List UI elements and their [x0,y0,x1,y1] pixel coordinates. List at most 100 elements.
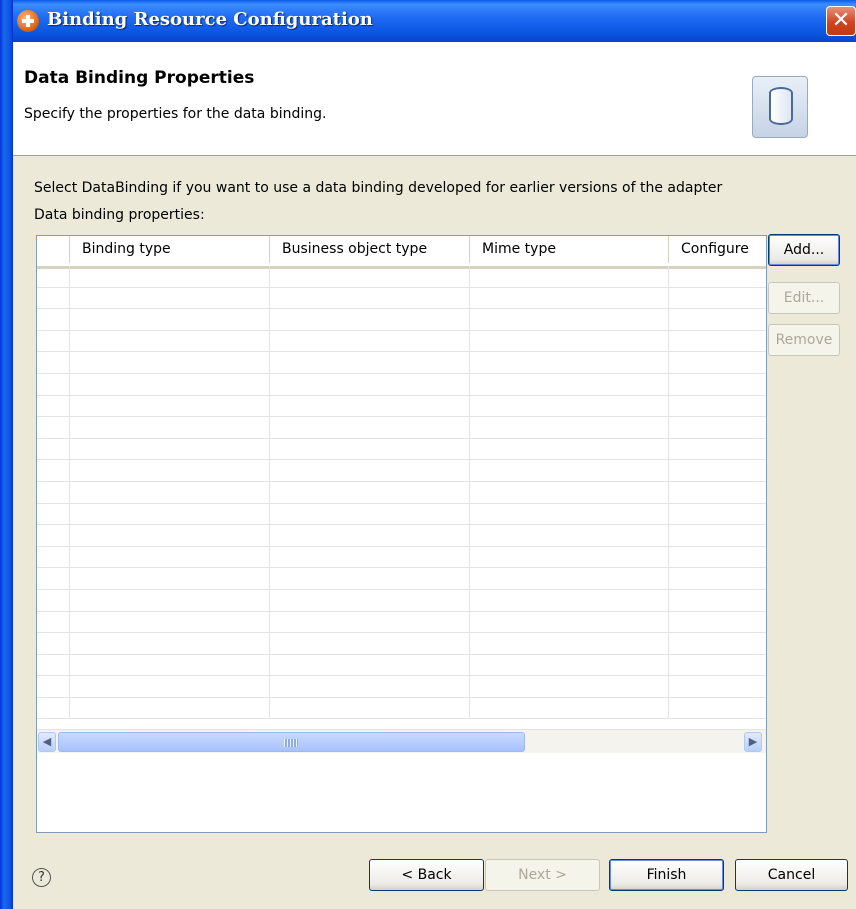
table-cell [669,568,766,589]
table-cell [70,417,270,438]
page-title: Data Binding Properties [24,68,255,88]
table-cell [37,546,70,568]
table-cell [470,611,669,633]
column-header-select[interactable] [37,236,70,263]
add-button[interactable]: Add... [768,234,840,266]
table-cell [669,288,766,309]
table-cell [70,568,270,589]
table-cell [270,589,470,611]
table-cell [37,633,70,654]
table-cell [669,439,766,460]
cancel-button[interactable]: Cancel [735,859,848,891]
table-row[interactable] [37,266,766,288]
title-bar[interactable]: Binding Resource Configuration ✕ [0,0,856,42]
scroll-thumb[interactable] [58,732,525,752]
table-cell [270,503,470,525]
table-cell [270,373,470,395]
table-cell [37,309,70,330]
table-cell [270,309,470,330]
column-header-business-object-type[interactable]: Business object type [270,236,470,263]
table-cell [470,417,669,438]
scroll-right-icon[interactable]: ▶ [744,732,762,752]
table-row[interactable] [37,568,766,590]
finish-button[interactable]: Finish [609,859,724,891]
table-cell [37,503,70,525]
table-row[interactable] [37,309,766,331]
table-cell [37,481,70,503]
table-row[interactable] [37,546,766,569]
table-row[interactable] [37,611,766,634]
column-header-binding-type[interactable]: Binding type [70,236,270,263]
table-row[interactable] [37,330,766,353]
remove-button[interactable]: Remove [768,324,840,356]
table-row[interactable] [37,481,766,504]
table-cell [669,482,766,503]
table-row[interactable] [37,697,766,720]
table-cell [37,330,70,352]
table-cell [669,655,766,676]
table-cell [470,309,669,330]
table-cell [70,373,270,395]
table-cell [470,654,669,676]
table-cell [470,373,669,395]
table-label: Data binding properties: [34,207,205,223]
table-cell [470,266,669,287]
table-row[interactable] [37,395,766,418]
table-header: Binding type Business object type Mime t… [37,236,766,269]
table-cell [270,525,470,546]
instruction-text: Select DataBinding if you want to use a … [34,180,723,196]
data-binding-table[interactable]: Binding type Business object type Mime t… [36,235,767,833]
table-body [37,266,766,729]
back-button[interactable]: < Back [369,859,484,891]
edit-button[interactable]: Edit... [768,282,840,314]
table-row[interactable] [37,654,766,677]
horizontal-scrollbar[interactable]: ◀ ▶ [37,729,766,754]
table-row[interactable] [37,373,766,396]
table-cell [70,654,270,676]
table-row[interactable] [37,460,766,482]
table-cell [270,330,470,352]
next-button[interactable]: Next > [485,859,600,891]
table-row[interactable] [37,525,766,547]
table-cell [669,352,766,373]
column-header-mime-type[interactable]: Mime type [470,236,669,263]
table-cell [470,352,669,373]
dialog-window: Binding Resource Configuration ✕ Data Bi… [0,0,856,909]
table-row[interactable] [37,438,766,461]
table-row[interactable] [37,287,766,310]
table-cell [669,633,766,654]
help-icon[interactable]: ? [32,868,51,887]
window-border [0,0,13,909]
column-header-configure[interactable]: Configure [669,236,766,263]
table-cell [70,287,270,309]
table-cell [669,612,766,633]
table-cell [470,503,669,525]
table-cell [270,676,470,697]
table-cell [37,611,70,633]
table-cell [70,611,270,633]
table-cell [270,611,470,633]
table-row[interactable] [37,676,766,698]
table-cell [37,287,70,309]
table-cell [270,546,470,568]
table-cell [669,504,766,525]
table-cell [470,395,669,417]
dialog-footer: ? < Back Next > Finish Cancel [13,806,856,909]
table-cell [270,697,470,719]
table-row[interactable] [37,503,766,526]
table-row[interactable] [37,589,766,612]
close-button[interactable]: ✕ [826,6,856,36]
table-row[interactable] [37,417,766,439]
table-cell [37,417,70,438]
table-cell [70,460,270,481]
scroll-left-icon[interactable]: ◀ [38,732,56,752]
table-cell [37,460,70,481]
table-cell [37,525,70,546]
table-cell [70,546,270,568]
table-row[interactable] [37,633,766,655]
table-cell [669,309,766,330]
table-cell [270,460,470,481]
table-cell [669,266,766,287]
table-row[interactable] [37,352,766,374]
table-cell [70,525,270,546]
